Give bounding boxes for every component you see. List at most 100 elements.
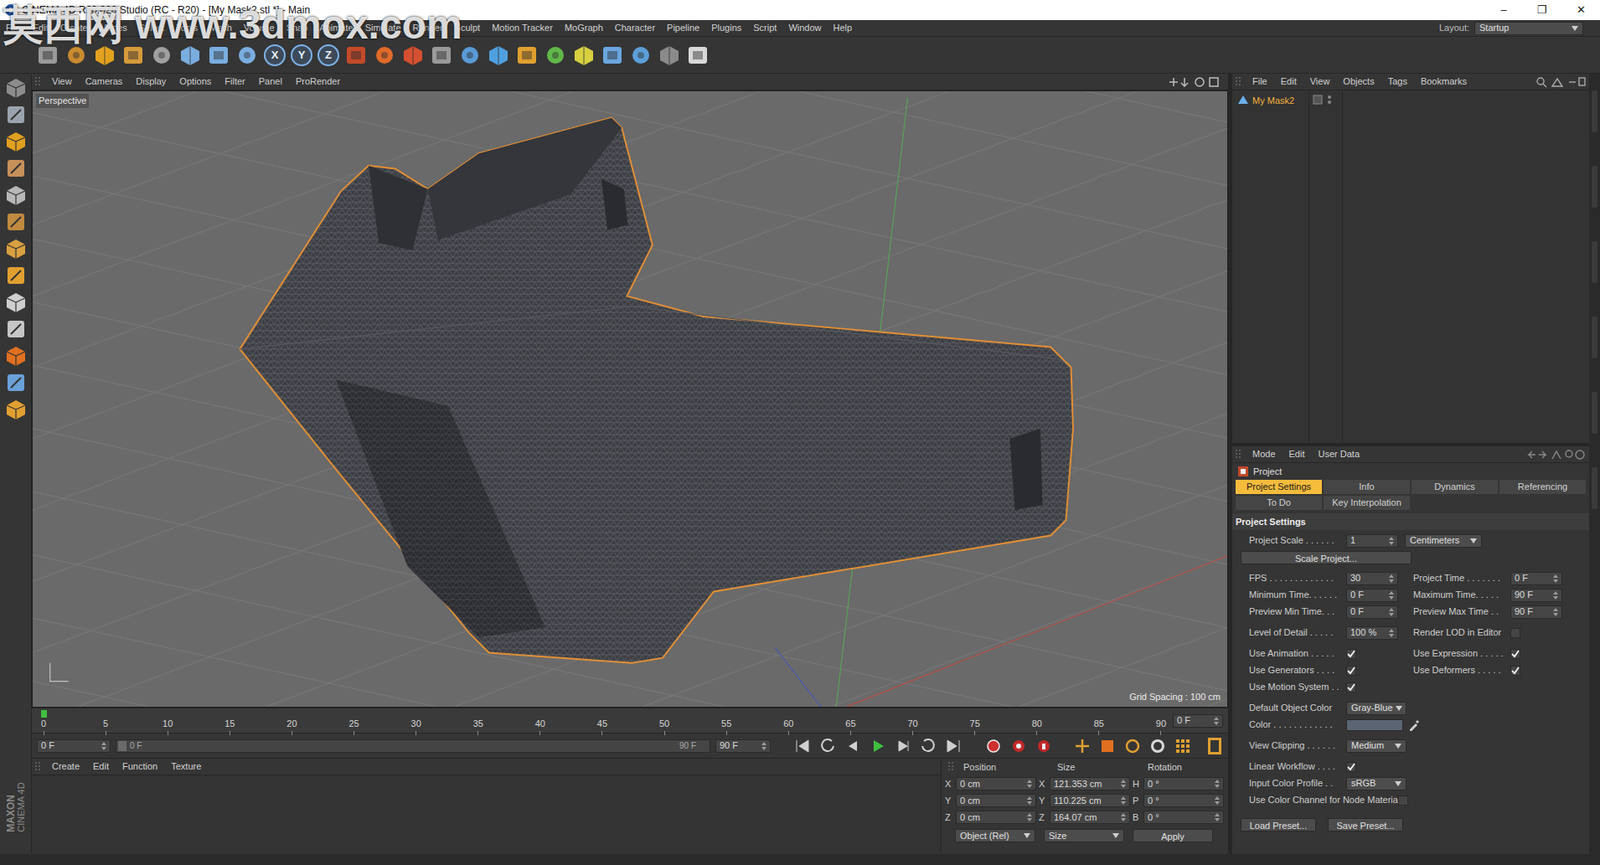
tool-icon[interactable] <box>629 43 653 68</box>
window-control-button[interactable]: ✕ <box>1561 1 1600 19</box>
size-mode-dropdown[interactable]: Size <box>1043 829 1125 843</box>
play-icon[interactable] <box>869 738 887 755</box>
spinner-icon[interactable] <box>1214 813 1220 822</box>
go-start-icon[interactable] <box>794 738 811 755</box>
tool-icon[interactable] <box>543 43 568 68</box>
current-frame-field[interactable]: 0 F <box>1172 714 1224 728</box>
autokey-icon[interactable] <box>1010 738 1028 755</box>
mode-icon[interactable] <box>5 157 27 180</box>
number-field[interactable]: 30 <box>1346 572 1399 586</box>
record-icon[interactable] <box>985 738 1002 755</box>
mode-icon[interactable] <box>5 264 27 287</box>
attribute-tab[interactable]: Info <box>1323 480 1410 495</box>
mode-icon[interactable] <box>5 130 27 153</box>
object-toolbar-icon[interactable] <box>1535 76 1586 88</box>
tool-icon[interactable] <box>235 43 259 68</box>
spinner-icon[interactable] <box>1388 629 1394 638</box>
mode-icon[interactable] <box>5 291 27 314</box>
step-forward-icon[interactable] <box>894 738 912 755</box>
go-end-icon[interactable] <box>944 738 962 755</box>
attribute-dropdown[interactable]: Medium <box>1346 739 1407 754</box>
axis-lock-button[interactable]: X <box>263 44 286 67</box>
attribute-tab[interactable]: To Do <box>1235 495 1322 511</box>
unit-dropdown[interactable]: Centimeters <box>1404 534 1482 548</box>
material-menu-item[interactable]: Function <box>115 759 165 775</box>
menu-item[interactable]: Render <box>407 20 450 36</box>
object-menu-item[interactable]: View <box>1303 74 1337 89</box>
attribute-dropdown[interactable]: Gray-Blue <box>1346 701 1407 716</box>
tool-icon[interactable] <box>206 43 231 68</box>
rotation-field[interactable]: 0 ° <box>1143 810 1224 825</box>
spinner-icon[interactable] <box>761 742 767 751</box>
eyedropper-icon[interactable] <box>1408 719 1420 732</box>
menu-item[interactable]: Snap <box>280 20 315 36</box>
attribute-tab[interactable]: Key Interpolation <box>1323 495 1410 511</box>
preset-button[interactable]: Save Preset... <box>1327 818 1404 832</box>
point-level-icon[interactable] <box>1174 738 1192 755</box>
mode-icon[interactable] <box>5 77 27 99</box>
menu-item[interactable]: Animate <box>313 20 359 36</box>
number-field[interactable]: 90 F <box>1510 588 1563 603</box>
tool-icon[interactable] <box>686 43 710 68</box>
rotation-key-icon[interactable] <box>1124 738 1141 755</box>
viewport-menu-item[interactable]: Cameras <box>78 74 130 89</box>
number-field[interactable]: 0 F <box>1346 588 1399 603</box>
checkbox[interactable] <box>1346 649 1357 660</box>
timeline-window-icon[interactable] <box>1206 737 1224 756</box>
menu-item[interactable]: Mesh <box>203 20 238 36</box>
tool-icon[interactable] <box>372 43 397 68</box>
checkbox[interactable] <box>1398 795 1409 806</box>
position-field[interactable]: 0 cm <box>955 794 1037 808</box>
playhead[interactable] <box>41 710 47 718</box>
tool-icon[interactable] <box>486 43 511 68</box>
tool-icon[interactable] <box>657 43 682 68</box>
grip-icon[interactable] <box>1235 449 1243 460</box>
menu-item[interactable]: Script <box>747 20 783 36</box>
material-menu-item[interactable]: Edit <box>86 759 116 775</box>
number-field[interactable]: 100 % <box>1346 626 1399 640</box>
check-icon[interactable] <box>1511 650 1520 659</box>
checkbox[interactable] <box>1510 665 1521 677</box>
attribute-tab[interactable]: Dynamics <box>1411 480 1498 495</box>
mode-icon[interactable] <box>5 345 27 367</box>
menu-item[interactable]: Modes <box>93 20 134 36</box>
range-slider[interactable]: 0 F90 F <box>115 739 711 754</box>
menu-item[interactable]: Tools <box>170 20 204 36</box>
spinner-icon[interactable] <box>1214 796 1220 806</box>
checkbox[interactable] <box>1346 762 1357 773</box>
menu-item[interactable]: Motion Tracker <box>485 20 559 36</box>
attribute-menu-item[interactable]: Edit <box>1282 447 1312 462</box>
position-field[interactable]: 0 cm <box>955 810 1037 825</box>
size-field[interactable]: 110.225 cm <box>1049 794 1131 808</box>
grip-icon[interactable] <box>35 77 42 88</box>
dropdown-arrow-icon[interactable] <box>1470 538 1477 544</box>
color-swatch[interactable] <box>1346 719 1404 732</box>
attribute-dropdown[interactable]: sRGB <box>1346 777 1407 791</box>
menu-item[interactable]: File <box>0 20 27 36</box>
apply-button[interactable]: Apply <box>1132 829 1213 843</box>
tool-icon[interactable] <box>121 43 145 68</box>
checkbox[interactable] <box>1510 649 1521 660</box>
side-tab[interactable] <box>1591 467 1598 510</box>
menu-item[interactable]: Character <box>609 20 661 36</box>
tool-icon[interactable] <box>515 43 539 68</box>
menu-item[interactable]: Simulate <box>359 20 408 36</box>
menu-item[interactable]: Plugins <box>705 20 748 36</box>
spinner-icon[interactable] <box>1027 779 1033 789</box>
side-tab[interactable] <box>1591 241 1598 284</box>
menu-item[interactable]: Edit <box>26 20 55 36</box>
tool-icon[interactable] <box>92 43 117 68</box>
tool-icon[interactable] <box>149 43 174 68</box>
axis-lock-button[interactable]: Z <box>317 44 340 67</box>
mask-mesh-object[interactable] <box>32 91 1228 708</box>
check-icon[interactable] <box>1347 666 1356 676</box>
spinner-icon[interactable] <box>1553 574 1559 584</box>
spinner-icon[interactable] <box>1027 813 1033 822</box>
dropdown-arrow-icon[interactable] <box>1394 781 1402 787</box>
spinner-icon[interactable] <box>1388 608 1394 617</box>
scale-project-button[interactable]: Scale Project... <box>1240 551 1412 565</box>
dropdown-arrow-icon[interactable] <box>1112 833 1120 839</box>
spinner-icon[interactable] <box>1388 591 1394 600</box>
viewport-menu-item[interactable]: View <box>45 74 79 89</box>
mode-icon[interactable] <box>5 237 27 260</box>
